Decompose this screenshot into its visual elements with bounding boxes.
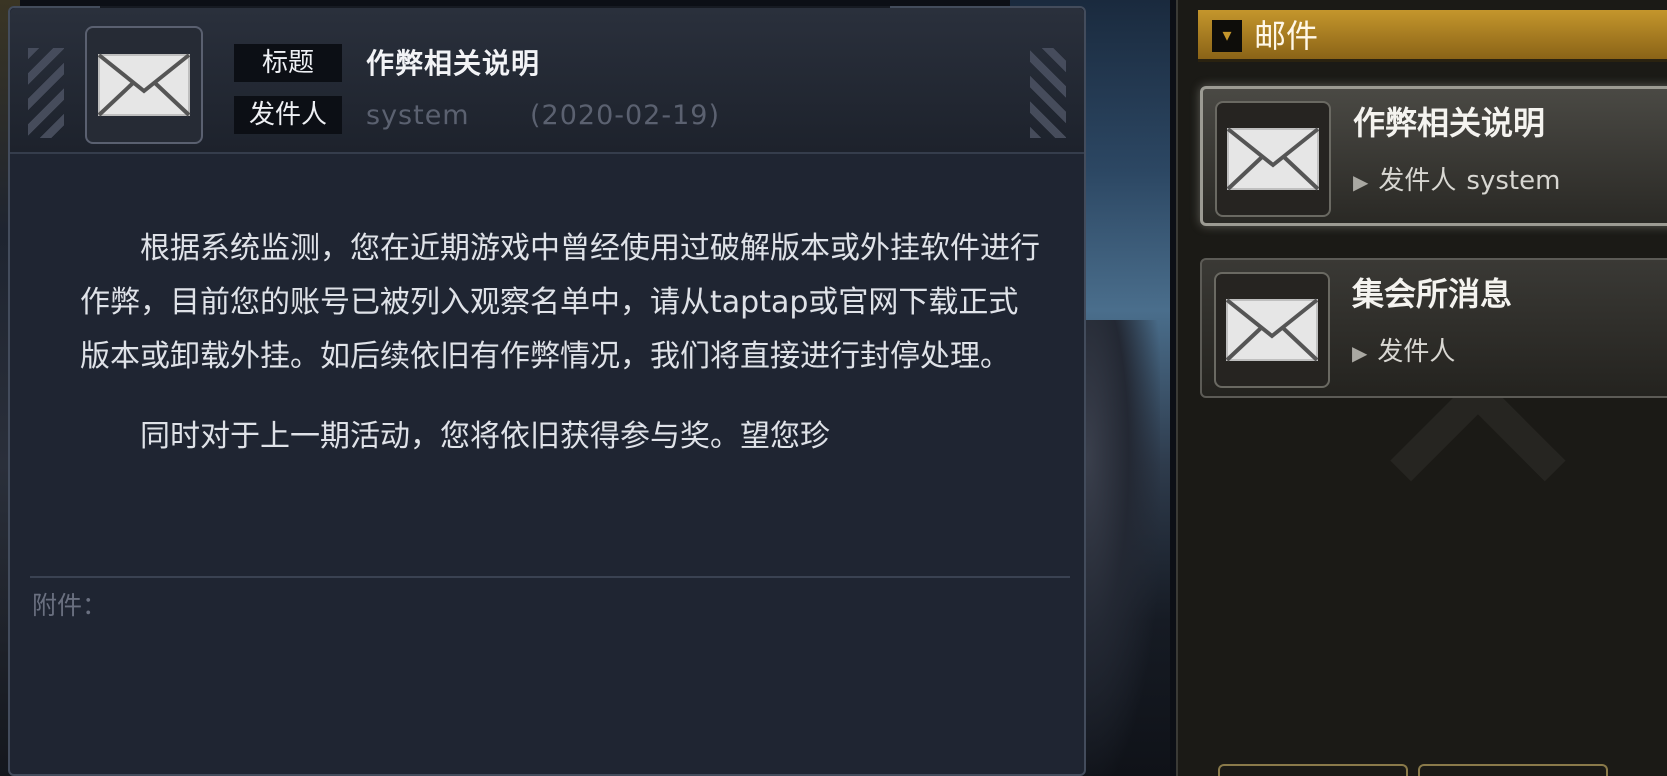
mail-detail-icon-box <box>85 26 203 144</box>
decor-stripes-left <box>28 48 64 138</box>
mail-list-item-2[interactable]: 集会所消息 ▶ 发件人 <box>1200 258 1667 398</box>
mail-item-meta: ▶ 发件人 system <box>1353 161 1560 202</box>
title-tag: 标题 <box>234 44 342 82</box>
bottom-button-right[interactable] <box>1418 764 1608 776</box>
mail-detail-header: 标题 发件人 作弊相关说明 system (2020-02-19) <box>10 8 1084 154</box>
mail-item-meta: ▶ 发件人 <box>1352 332 1465 373</box>
mail-item-icon-box <box>1215 101 1331 217</box>
bottom-button-left[interactable] <box>1218 764 1408 776</box>
game-screen: 标题 发件人 作弊相关说明 system (2020-02-19) 根据系统监测… <box>0 0 1667 776</box>
mail-detail-panel: 标题 发件人 作弊相关说明 system (2020-02-19) 根据系统监测… <box>8 6 1086 776</box>
mail-detail-title: 作弊相关说明 <box>366 47 541 80</box>
list-bottom-buttons <box>1218 764 1638 776</box>
mail-item-sender-label: 发件人 <box>1378 166 1457 196</box>
mail-body-paragraph: 同时对于上一期活动，您将依旧获得参与奖。望您珍 <box>140 419 830 454</box>
envelope-icon <box>1226 127 1320 191</box>
mailbox-icon: ▾ <box>1212 20 1242 52</box>
triangle-right-icon: ▶ <box>1353 170 1369 194</box>
attachment-label: 附件： <box>32 591 108 620</box>
attachment-divider <box>30 576 1070 578</box>
mail-list-title: 邮件 <box>1254 17 1319 55</box>
mail-detail-sender: system <box>366 100 470 131</box>
mail-item-sender-label: 发件人 <box>1377 337 1456 367</box>
envelope-icon <box>97 53 191 117</box>
decor-stripes-right <box>1030 48 1066 138</box>
mail-item-title: 作弊相关说明 <box>1353 104 1546 142</box>
mail-body-paragraph: 根据系统监测，您在近期游戏中曾经使用过破解版本或外挂软件进行作弊，目前您的账号已… <box>80 231 1040 374</box>
envelope-icon <box>1225 298 1319 362</box>
mail-item-sender: system <box>1466 166 1561 196</box>
mail-list-item-1[interactable]: 作弊相关说明 ▶ 发件人 system <box>1200 86 1667 226</box>
mail-body-scroll[interactable]: 根据系统监测，您在近期游戏中曾经使用过破解版本或外挂软件进行作弊，目前您的账号已… <box>80 222 1040 540</box>
mail-item-title: 集会所消息 <box>1352 275 1513 313</box>
mail-detail-date: (2020-02-19) <box>530 100 720 131</box>
mail-item-icon-box <box>1214 272 1330 388</box>
mail-list-panel: ✕ ▾ 邮件 作弊相关说明 ▶ 发件人 system 集会所消息 ▶ 发件人 <box>1176 0 1667 776</box>
mail-list-header: ▾ 邮件 <box>1198 10 1667 62</box>
triangle-right-icon: ▶ <box>1352 341 1368 365</box>
sender-tag: 发件人 <box>234 96 342 134</box>
